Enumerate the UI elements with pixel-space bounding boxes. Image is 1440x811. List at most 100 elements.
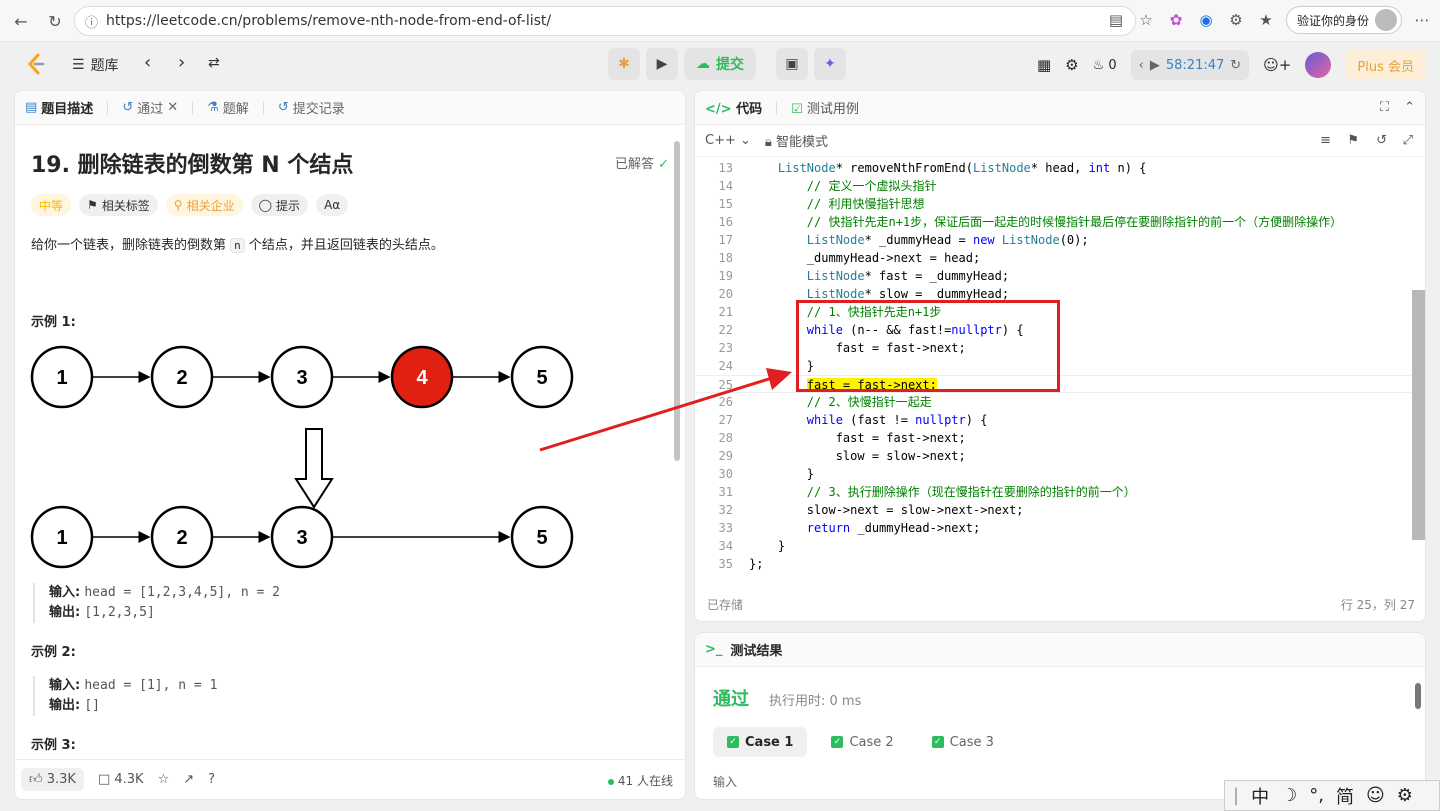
- code-line[interactable]: 30 }: [695, 465, 1415, 483]
- code-line[interactable]: 18 _dummyHead->next = head;: [695, 249, 1415, 267]
- result-scrollbar[interactable]: [1415, 683, 1421, 709]
- ime-lang[interactable]: 中: [1251, 783, 1269, 809]
- difficulty-badge: 中等: [31, 194, 72, 216]
- fullscreen-icon[interactable]: ⛶: [1380, 100, 1389, 115]
- reset-icon[interactable]: ↺: [1376, 133, 1387, 148]
- run-icon[interactable]: ▶: [646, 48, 678, 80]
- add-friend-icon[interactable]: ☺+: [1263, 56, 1291, 74]
- extensions-puzzle-icon[interactable]: ⚙: [1226, 10, 1246, 30]
- terminal-icon: >_: [705, 642, 723, 657]
- code-line[interactable]: 28 fast = fast->next;: [695, 429, 1415, 447]
- address-bar[interactable]: ⓘ https://leetcode.cn/problems/remove-nt…: [74, 6, 1136, 36]
- favorites-icon[interactable]: ★: [1256, 10, 1276, 30]
- like-button[interactable]: 👍︎ 3.3K: [21, 768, 84, 791]
- close-tab-icon[interactable]: ✕: [167, 100, 178, 115]
- line-number: 17: [718, 233, 733, 247]
- code-line[interactable]: 33 return _dummyHead->next;: [695, 519, 1415, 537]
- more-menu-icon[interactable]: ⋯: [1412, 10, 1432, 30]
- case-tab-2[interactable]: ✓ Case 2: [817, 727, 907, 757]
- code-line[interactable]: 26 // 2、快慢指针一起走: [695, 393, 1415, 411]
- ime-punct[interactable]: °,: [1309, 785, 1324, 806]
- code-line[interactable]: 16 // 快指针先走n+1步，保证后面一起走的时候慢指针最后停在要删除指针的前…: [695, 213, 1415, 231]
- debug-icon[interactable]: ✱: [608, 48, 640, 80]
- moon-icon[interactable]: ☽: [1281, 785, 1297, 806]
- comments-button[interactable]: □ 4.3K: [98, 772, 144, 787]
- ime-mode[interactable]: 简: [1336, 783, 1354, 809]
- timer-widget[interactable]: ‹ ▶ 58:21:47 ↻: [1130, 50, 1250, 80]
- favorite-star-icon[interactable]: ☆: [1136, 10, 1156, 30]
- hint-button[interactable]: ◯ 提示: [250, 194, 309, 216]
- language-select[interactable]: C++ ⌄: [705, 133, 751, 148]
- ime-settings-icon[interactable]: ⚙: [1397, 785, 1413, 806]
- star-icon[interactable]: ☆: [158, 772, 170, 787]
- prev-problem-icon[interactable]: ‹: [144, 52, 151, 73]
- random-problem-icon[interactable]: ⇄: [208, 55, 220, 71]
- ime-handle[interactable]: |: [1233, 785, 1239, 806]
- input-label: 输入:: [49, 585, 81, 600]
- share-icon[interactable]: ↗: [183, 772, 194, 787]
- submit-button[interactable]: ☁ 提交: [684, 48, 756, 80]
- reader-icon[interactable]: ▤: [1106, 10, 1126, 30]
- problem-bank-button[interactable]: ☰ 题库: [72, 55, 119, 75]
- line-number: 29: [718, 449, 733, 463]
- extension-brain-icon[interactable]: ✿: [1166, 10, 1186, 30]
- extension-blue-icon[interactable]: ◉: [1196, 10, 1216, 30]
- emoji-icon[interactable]: ☺: [1366, 785, 1385, 806]
- code-line[interactable]: 19 ListNode* fast = _dummyHead;: [695, 267, 1415, 285]
- profile-button[interactable]: 验证你的身份: [1285, 6, 1402, 34]
- smart-mode[interactable]: 🔒︎ 智能模式: [765, 131, 828, 150]
- editor-scrollbar[interactable]: [1412, 290, 1425, 540]
- translate-button[interactable]: Aα: [316, 194, 349, 216]
- expand-icon[interactable]: ⤢: [1403, 133, 1413, 148]
- format-icon[interactable]: ≡: [1320, 133, 1331, 148]
- plus-member-button[interactable]: Plus 会员: [1345, 50, 1426, 80]
- tab-submissions-label: 提交记录: [292, 102, 345, 117]
- down-arrow-icon: [294, 428, 334, 509]
- timer-reset-icon[interactable]: ↻: [1230, 58, 1241, 73]
- back-icon[interactable]: ←: [6, 6, 36, 36]
- companies-button[interactable]: ⚲ 相关企业: [165, 194, 243, 216]
- code-line[interactable]: 15 // 利用快慢指针思想: [695, 195, 1415, 213]
- collapse-icon[interactable]: ⌃: [1404, 100, 1415, 115]
- bookmark-icon[interactable]: ⚑: [1347, 133, 1359, 148]
- streak-counter[interactable]: ♨ 0: [1093, 58, 1117, 73]
- tab-solutions[interactable]: ⚗ 题解: [207, 98, 249, 117]
- example2-block: 输入: head = [1], n = 1 输出: []: [33, 676, 217, 716]
- next-problem-icon[interactable]: ›: [178, 52, 185, 73]
- code-line[interactable]: 29 slow = slow->next;: [695, 447, 1415, 465]
- tab-testcase[interactable]: ☑ 测试用例: [791, 98, 859, 117]
- tab-description[interactable]: ▤ 题目描述: [25, 98, 93, 117]
- case-tab-3[interactable]: ✓ Case 3: [918, 727, 1008, 757]
- user-avatar[interactable]: [1305, 52, 1332, 78]
- code-line[interactable]: 35};: [695, 555, 1415, 573]
- leetcode-logo-icon[interactable]: [24, 52, 48, 76]
- settings-gear-icon[interactable]: ⚙: [1065, 56, 1078, 74]
- description-scrollbar[interactable]: [674, 141, 680, 461]
- code-line[interactable]: 27 while (fast != nullptr) {: [695, 411, 1415, 429]
- code-line[interactable]: 13 ListNode* removeNthFromEnd(ListNode* …: [695, 159, 1415, 177]
- code-line[interactable]: 14 // 定义一个虚拟头指针: [695, 177, 1415, 195]
- reload-icon[interactable]: ↻: [40, 6, 70, 36]
- case-tab-1[interactable]: ✓ Case 1: [713, 727, 808, 757]
- tab-submissions[interactable]: ↺ 提交记录: [278, 98, 345, 117]
- problem-header: 19. 删除链表的倒数第 N 个结点: [31, 147, 671, 179]
- tags-button[interactable]: ⚑ 相关标签: [79, 194, 158, 216]
- problem-tabs: ▤ 题目描述 ↺ 通过 ✕ ⚗ 题解 ↺ 提交记录: [15, 91, 685, 125]
- timer-play-icon[interactable]: ▶: [1150, 58, 1160, 73]
- layout-grid-icon[interactable]: ▦: [1037, 56, 1051, 74]
- node-label: 1: [56, 527, 67, 549]
- code-tabs: </> 代码 ☑ 测试用例 ⛶ ⌃: [695, 91, 1425, 125]
- notes-icon[interactable]: ▣: [776, 48, 808, 80]
- hint-label: 提示: [276, 198, 301, 213]
- code-line[interactable]: 32 slow->next = slow->next->next;: [695, 501, 1415, 519]
- code-line[interactable]: 31 // 3、执行删除操作（现在慢指针在要删除的指针的前一个）: [695, 483, 1415, 501]
- tab-code[interactable]: </> 代码: [705, 98, 762, 117]
- code-line[interactable]: 34 }: [695, 537, 1415, 555]
- site-info-icon[interactable]: ⓘ: [85, 12, 98, 31]
- timer-collapse-icon[interactable]: ‹: [1139, 58, 1144, 73]
- tab-accepted[interactable]: ↺ 通过 ✕: [122, 98, 178, 117]
- ai-sparkle-icon[interactable]: ✦: [814, 48, 846, 80]
- help-icon[interactable]: ?: [208, 772, 215, 787]
- line-code: ListNode* fast = _dummyHead;: [806, 269, 1010, 283]
- code-line[interactable]: 17 ListNode* _dummyHead = new ListNode(0…: [695, 231, 1415, 249]
